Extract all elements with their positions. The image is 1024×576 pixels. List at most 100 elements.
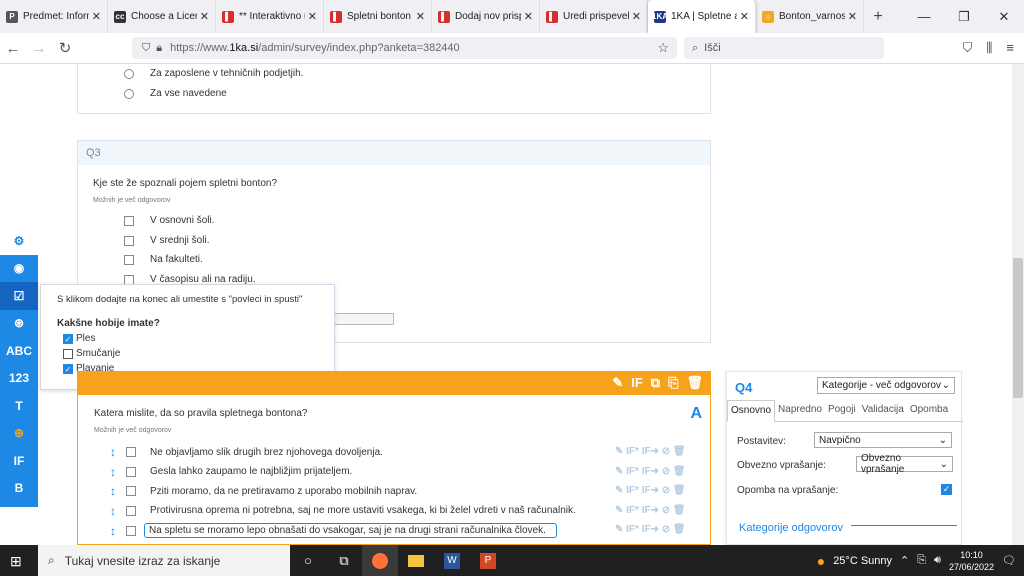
- block-type-icon[interactable]: B: [0, 475, 38, 503]
- settings-gear-icon[interactable]: ⚙: [0, 227, 38, 255]
- option-label[interactable]: Ne objavljamo slik drugih brez njohovega…: [150, 447, 383, 458]
- delete-icon[interactable]: 🗑: [686, 375, 703, 391]
- restore-icon[interactable]: ❐: [944, 9, 984, 25]
- answer-option-row[interactable]: ↕ Protivirusna oprema ni potrebna, saj ne…: [110, 504, 576, 518]
- browser-tab[interactable]: 1KA1KA | Spletne an✕: [648, 0, 756, 33]
- note-checkbox[interactable]: ✓: [941, 484, 952, 495]
- checkbox[interactable]: [124, 215, 134, 226]
- question-text[interactable]: Katera mislite, da so pravila spletnega …: [94, 408, 307, 419]
- list-item[interactable]: Za zaposlene v tehničnih podjetjih.: [124, 68, 303, 79]
- pocket-icon[interactable]: ⛉: [963, 40, 973, 56]
- panel-tab[interactable]: Opomba: [907, 400, 951, 421]
- minimize-icon[interactable]: —: [904, 9, 944, 25]
- list-item[interactable]: Na fakulteti.: [124, 254, 203, 265]
- answer-option-row[interactable]: ↕ Ne objavljamo slik drugih brez njohoveg…: [110, 445, 383, 459]
- library-icon[interactable]: ⫼: [986, 40, 992, 56]
- matrix-type-icon[interactable]: ⊛: [0, 310, 38, 338]
- browser-tab[interactable]: P Predmet: Informacij✕: [0, 0, 108, 33]
- checkbox[interactable]: [126, 525, 136, 536]
- task-view-icon[interactable]: ⧉: [326, 545, 362, 576]
- condition-icon[interactable]: IF: [631, 375, 643, 391]
- windows-start-icon[interactable]: ⊞: [10, 553, 22, 570]
- drag-handle-icon[interactable]: ↕: [110, 445, 116, 459]
- checkbox[interactable]: [124, 274, 134, 285]
- word-icon[interactable]: W: [434, 545, 470, 576]
- number-type-icon[interactable]: 123: [0, 365, 38, 393]
- weather-text[interactable]: 25°C Sunny: [833, 555, 892, 567]
- tab-close-icon[interactable]: ✕: [308, 10, 317, 23]
- font-icon[interactable]: A: [690, 405, 702, 423]
- browser-tab[interactable]: ☼ Bonton_varnost ✕: [756, 0, 864, 33]
- chevron-up-icon[interactable]: ⌃: [900, 554, 909, 567]
- panel-tab[interactable]: Napredno: [775, 400, 825, 421]
- radio[interactable]: [124, 88, 134, 99]
- weather-icon[interactable]: ●: [817, 553, 825, 569]
- powerpoint-icon[interactable]: P: [470, 545, 506, 576]
- option-label[interactable]: Protivirusna oprema ni potrebna, saj ne …: [150, 505, 576, 516]
- drag-handle-icon[interactable]: ↕: [110, 524, 116, 538]
- list-item[interactable]: Za vse navedene: [124, 88, 227, 99]
- lock-icon[interactable]: 🔒︎: [156, 42, 162, 55]
- answer-option-row[interactable]: ↕ Gesla lahko zaupamo le najbližjim prija…: [110, 465, 352, 479]
- label-type-icon[interactable]: T: [0, 392, 38, 420]
- copy-icon[interactable]: ⧉: [651, 375, 660, 391]
- condition-type-icon[interactable]: IF: [0, 447, 38, 475]
- option-row-actions[interactable]: ✎ IF* IF➜ ⊘ 🗑: [615, 505, 686, 516]
- radio-type-icon[interactable]: ◉: [0, 255, 38, 283]
- volume-icon[interactable]: 🔊︎: [934, 554, 941, 567]
- tab-close-icon[interactable]: ✕: [524, 10, 533, 23]
- edit-icon[interactable]: ✎: [612, 375, 623, 391]
- bookmark-star-icon[interactable]: ☆: [657, 40, 669, 56]
- radio[interactable]: [124, 68, 134, 79]
- browser-tab[interactable]: ▌ Uredi prispevek ✕: [540, 0, 648, 33]
- url-text[interactable]: https://www.1ka.si/admin/survey/index.ph…: [170, 42, 460, 54]
- add-type-icon[interactable]: ⊕: [0, 420, 38, 448]
- question-type-select[interactable]: Kategorije - več odgovorov ⌄: [817, 377, 955, 394]
- panel-tab[interactable]: Pogoji: [825, 400, 859, 421]
- preview-icon[interactable]: ⎘: [668, 375, 678, 391]
- checkbox[interactable]: [126, 466, 136, 477]
- checkbox[interactable]: [126, 486, 136, 496]
- cortana-icon[interactable]: ○: [290, 545, 326, 576]
- option-row-actions[interactable]: ✎ IF* IF➜ ⊘ 🗑: [615, 524, 686, 535]
- new-tab-button[interactable]: +: [864, 8, 892, 26]
- checkbox[interactable]: [124, 254, 134, 265]
- checkbox[interactable]: [126, 447, 136, 457]
- panel-tab[interactable]: Osnovno: [727, 400, 776, 422]
- checkbox[interactable]: [126, 505, 136, 516]
- option-label[interactable]: Gesla lahko zaupamo le najbližjim prijat…: [150, 466, 352, 477]
- clock[interactable]: 10:10 27/06/2022: [949, 549, 994, 573]
- tab-close-icon[interactable]: ✕: [740, 10, 749, 23]
- list-item[interactable]: V srednji šoli.: [124, 235, 209, 246]
- firefox-icon[interactable]: [362, 545, 398, 576]
- notifications-icon[interactable]: 🗨: [1002, 554, 1016, 567]
- url-bar[interactable]: ⛉ 🔒︎ https://www.1ka.si/admin/survey/ind…: [132, 37, 677, 59]
- browser-tab[interactable]: cc Choose a Licens✕: [108, 0, 216, 33]
- answer-option-row[interactable]: ↕ Na spletu se moramo lepo obnašati do vs…: [110, 523, 557, 538]
- network-icon[interactable]: ⎘: [917, 554, 926, 567]
- tab-close-icon[interactable]: ✕: [848, 10, 857, 23]
- layout-select[interactable]: Navpično ⌄: [814, 432, 952, 448]
- checkbox[interactable]: [124, 235, 134, 246]
- text-type-icon[interactable]: ABC: [0, 337, 38, 365]
- answer-option-row[interactable]: ↕ Pziti moramo, da ne pretiravamo z upora…: [110, 484, 417, 498]
- drag-handle-icon[interactable]: ↕: [110, 504, 116, 518]
- shield-icon[interactable]: ⛉: [142, 42, 150, 55]
- back-icon[interactable]: ←: [0, 40, 26, 57]
- list-item[interactable]: V osnovni šoli.: [124, 215, 214, 226]
- panel-tab[interactable]: Validacija: [859, 400, 907, 421]
- browser-tab[interactable]: ▌ ** Interaktivno u ✕: [216, 0, 324, 33]
- browser-tab[interactable]: ▌ Spletni bonton ✕: [324, 0, 432, 33]
- required-select[interactable]: Obvezno vprašanje ⌄: [856, 453, 953, 475]
- option-label[interactable]: Pziti moramo, da ne pretiravamo z uporab…: [150, 486, 417, 497]
- scrollbar-thumb[interactable]: [1013, 258, 1023, 398]
- close-window-icon[interactable]: ✕: [984, 9, 1024, 25]
- browser-tab[interactable]: ▌ Dodaj nov prisp ✕: [432, 0, 540, 33]
- text-input[interactable]: [328, 313, 394, 325]
- tab-close-icon[interactable]: ✕: [92, 10, 101, 23]
- drag-handle-icon[interactable]: ↕: [110, 465, 116, 479]
- tab-close-icon[interactable]: ✕: [200, 10, 209, 23]
- drag-handle-icon[interactable]: ↕: [110, 484, 116, 498]
- option-label[interactable]: Na spletu se moramo lepo obnašati do vsa…: [144, 523, 557, 538]
- file-explorer-icon[interactable]: [398, 545, 434, 576]
